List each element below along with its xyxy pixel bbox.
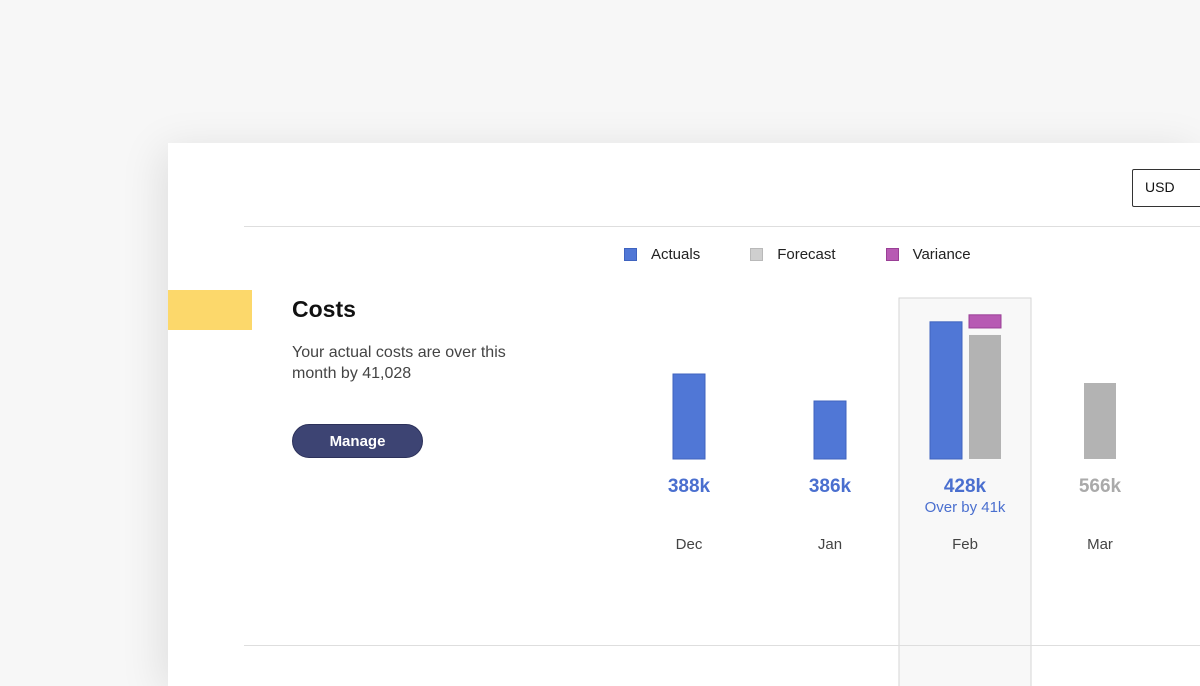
value-label-dec: 388k [668, 476, 711, 497]
category-label-jan: Jan [818, 536, 842, 553]
costs-bar-chart: 388k Dec 386k Jan 428k Feb 566k Mar Over by 41k [668, 297, 1122, 686]
bar-actuals-dec [672, 373, 706, 460]
annotation-feb: Over by 41k [925, 499, 1006, 516]
category-label-dec: Dec [676, 536, 703, 553]
bar-forecast-feb [969, 334, 1001, 459]
value-label-mar: 566k [1079, 476, 1122, 497]
costs-card: USD Actuals Forecast Variance Costs Your… [168, 143, 1200, 686]
value-label-jan: 386k [809, 476, 852, 497]
category-label-mar: Mar [1087, 536, 1113, 553]
bar-actuals-jan [813, 400, 847, 460]
bottom-divider [244, 645, 1200, 646]
bar-forecast-mar [1084, 383, 1116, 459]
bar-variance-feb [968, 314, 1002, 329]
bar-actuals-feb [929, 321, 963, 460]
category-label-feb: Feb [952, 536, 978, 553]
value-label-feb: 428k [944, 476, 987, 497]
